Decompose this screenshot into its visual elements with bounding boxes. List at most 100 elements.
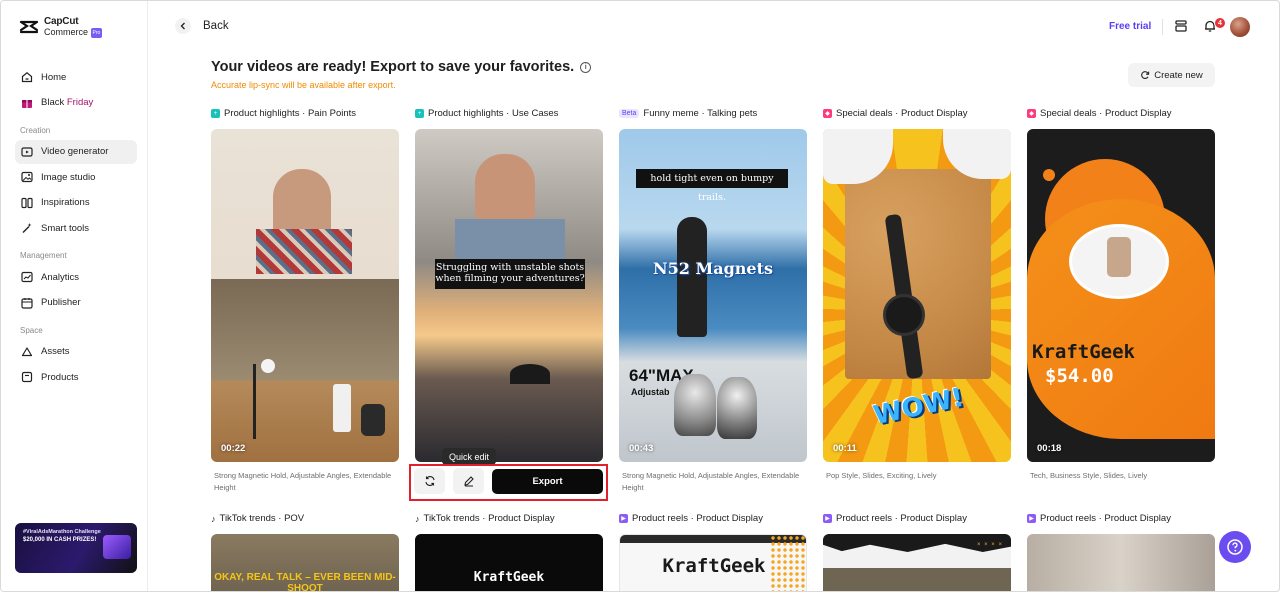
dots-pattern bbox=[770, 535, 806, 591]
info-icon[interactable]: i bbox=[580, 61, 592, 73]
magnet-product bbox=[261, 359, 275, 373]
home-icon bbox=[21, 71, 33, 83]
sidebar-item-label: Products bbox=[41, 371, 79, 383]
denim-shirt bbox=[455, 219, 565, 259]
duration-label: 00:11 bbox=[833, 443, 857, 454]
back-label: Back bbox=[203, 20, 229, 32]
cat-figure bbox=[674, 374, 716, 436]
gift-icon bbox=[21, 97, 33, 109]
logo[interactable]: CapCut Commerce Pro bbox=[19, 16, 103, 38]
video-thumbnail[interactable] bbox=[1027, 534, 1215, 591]
card-description: Strong Magnetic Hold, Adjustable Angles,… bbox=[622, 471, 800, 492]
section-title-space: Space bbox=[20, 325, 43, 335]
cloud-icon bbox=[21, 346, 33, 358]
card-label-text: TikTok trends · Product Display bbox=[423, 513, 555, 524]
video-thumbnail[interactable]: KraftGeek bbox=[619, 534, 807, 591]
chart-icon bbox=[21, 271, 33, 283]
magic-wand-icon bbox=[21, 222, 33, 234]
image-icon bbox=[21, 171, 33, 183]
inspiration-icon bbox=[21, 197, 33, 209]
sidebar-item-products[interactable]: Products bbox=[15, 365, 137, 389]
page-subtitle: Accurate lip-sync will be available afte… bbox=[211, 80, 396, 90]
card-label-text: Special deals · Product Display bbox=[1040, 108, 1172, 119]
sidebar-item-inspirations[interactable]: Inspirations bbox=[15, 191, 137, 215]
sidebar-item-label: Home bbox=[41, 71, 67, 83]
adjustable-label: Adjustab bbox=[631, 387, 670, 397]
avatar[interactable] bbox=[1230, 17, 1250, 37]
card-label: ▶ Product reels · Product Display bbox=[1027, 513, 1171, 524]
card-label: ▶ Product reels · Product Display bbox=[823, 513, 967, 524]
capcut-logo-icon bbox=[19, 21, 39, 34]
create-new-button[interactable]: Create new bbox=[1128, 63, 1215, 87]
video-caption: OKAY, REAL TALK – EVER BEEN MID-SHOOT bbox=[214, 572, 396, 592]
price-headline: $54.00 bbox=[1045, 365, 1114, 387]
card-label-text: Product highlights · Pain Points bbox=[224, 108, 357, 119]
sidebar-item-image-studio[interactable]: Image studio bbox=[15, 165, 137, 189]
card-description: Tech, Business Style, Slides, Lively bbox=[1030, 471, 1148, 480]
export-button[interactable]: Export bbox=[492, 469, 603, 494]
back-button[interactable]: Back bbox=[175, 18, 229, 34]
card-label: + Product highlights · Pain Points bbox=[211, 108, 356, 119]
sidebar-item-black-friday[interactable]: Black Friday bbox=[15, 91, 137, 115]
beta-badge: Beta bbox=[619, 109, 640, 118]
tiktok-icon: ♪ bbox=[415, 513, 420, 524]
calendar-icon bbox=[21, 297, 33, 309]
card-label: ♪ TikTok trends · Product Display bbox=[415, 513, 555, 524]
create-new-label: Create new bbox=[1154, 69, 1203, 81]
reels-icon: ▶ bbox=[823, 514, 832, 523]
yoga-figure bbox=[510, 364, 550, 384]
reels-icon: ▶ bbox=[1027, 514, 1036, 523]
sidebar-item-smart-tools[interactable]: Smart tools bbox=[15, 216, 137, 240]
sidebar-item-label: Analytics bbox=[41, 271, 80, 283]
card-label: ▶ Product reels · Product Display bbox=[619, 513, 763, 524]
phone-product bbox=[1107, 237, 1131, 277]
brand-name: CapCut bbox=[44, 16, 79, 27]
highlight-tag-icon: + bbox=[211, 109, 220, 118]
video-thumbnail[interactable]: KraftGeek bbox=[415, 534, 603, 591]
help-icon bbox=[1227, 539, 1243, 555]
sidebar-item-analytics[interactable]: Analytics bbox=[15, 265, 137, 289]
video-thumbnail[interactable]: 00:22 bbox=[211, 129, 399, 462]
cat-figure bbox=[717, 377, 757, 439]
refresh-icon bbox=[1141, 71, 1150, 79]
video-caption: KraftGeek bbox=[473, 570, 545, 585]
section-title-management: Management bbox=[20, 251, 67, 260]
reels-icon: ▶ bbox=[619, 514, 628, 523]
tag-icon: ◆ bbox=[1027, 109, 1036, 118]
card-label: + Product highlights · Use Cases bbox=[415, 108, 558, 119]
regenerate-button[interactable] bbox=[414, 468, 445, 494]
video-thumbnail[interactable]: KraftGeek $54.00 00:18 bbox=[1027, 129, 1215, 462]
refresh-icon bbox=[424, 476, 435, 486]
card-label-text: Product highlights · Use Cases bbox=[428, 108, 559, 119]
stack-icon[interactable] bbox=[1173, 18, 1189, 34]
highlight-tag-icon: + bbox=[415, 109, 424, 118]
sidebar-item-video-generator[interactable]: Video generator bbox=[15, 139, 137, 164]
video-thumbnail[interactable]: WOW! 00:11 bbox=[823, 129, 1011, 462]
sidebar-item-publisher[interactable]: Publisher bbox=[15, 291, 137, 315]
notification-badge: 4 bbox=[1214, 17, 1226, 29]
brand-headline: KraftGeek bbox=[1032, 341, 1135, 363]
tripod-product bbox=[253, 364, 256, 439]
card-label-text: Funny meme · Talking pets bbox=[643, 108, 758, 119]
help-button[interactable] bbox=[1219, 531, 1251, 563]
video-thumbnail[interactable]: × × × × bbox=[823, 534, 1011, 591]
quick-edit-button[interactable] bbox=[453, 468, 484, 494]
video-thumbnail[interactable]: hold tight even on bumpy trails. N52 Mag… bbox=[619, 129, 807, 462]
video-caption: hold tight even on bumpy trails. bbox=[636, 169, 788, 203]
sidebar-item-home[interactable]: Home bbox=[15, 65, 137, 89]
sidebar-item-label: Smart tools bbox=[41, 222, 90, 234]
video-thumbnail[interactable]: OKAY, REAL TALK – EVER BEEN MID-SHOOT bbox=[211, 534, 399, 592]
duration-label: 00:22 bbox=[221, 443, 246, 454]
duration-label: 00:18 bbox=[1037, 443, 1062, 454]
video-thumbnail[interactable]: Struggling with unstable shots when film… bbox=[415, 129, 603, 462]
promo-banner[interactable]: #ViralAdsMarathon Challenge $20,000 IN C… bbox=[15, 523, 137, 573]
free-trial-link[interactable]: Free trial bbox=[1109, 21, 1151, 32]
quick-edit-tooltip: Quick edit bbox=[442, 448, 496, 465]
tiktok-icon: ♪ bbox=[211, 513, 216, 524]
sidebar-item-assets[interactable]: Assets bbox=[15, 340, 137, 364]
promo-graphic bbox=[103, 535, 131, 559]
card-label: Beta Funny meme · Talking pets bbox=[619, 108, 757, 119]
sidebar-item-label: Black bbox=[41, 97, 65, 108]
page-title: Your videos are ready! Export to save yo… bbox=[211, 59, 592, 75]
card-label: ♪ TikTok trends · POV bbox=[211, 513, 304, 524]
